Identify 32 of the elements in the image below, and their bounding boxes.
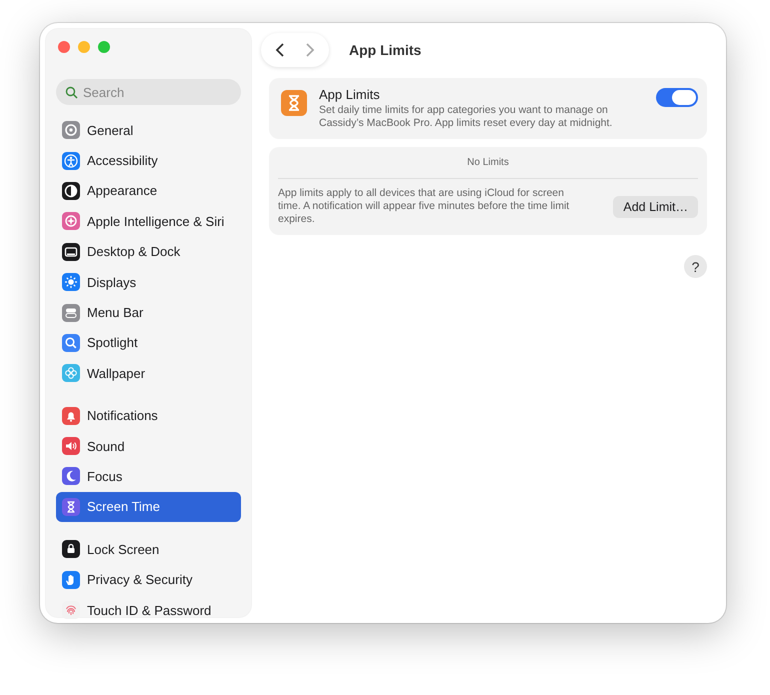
sidebar-item[interactable]: Wallpaper xyxy=(56,358,241,389)
add-limit-button[interactable]: Add Limit… xyxy=(613,196,698,218)
sidebar-item[interactable]: Spotlight xyxy=(56,328,241,358)
sidebar-item[interactable]: Privacy & Security xyxy=(56,564,241,595)
app-limits-description: Set daily time limits for app categories you want to manage on Cassidy’s MacBook Pro. App limits reset every day at midnight. xyxy=(319,104,614,130)
search-icon xyxy=(65,86,78,99)
app-limits-title: App Limits xyxy=(319,87,381,102)
sidebar-item[interactable]: Sound xyxy=(56,430,241,462)
search-field[interactable]: Search xyxy=(56,79,241,105)
minimize-icon[interactable] xyxy=(78,41,90,53)
sidebar-item[interactable]: Apple Intelligence & Siri xyxy=(56,206,241,237)
limits-note: App limits apply to all devices that are using iCloud for screen time. A notification will appear five minutes before the time limit expires. xyxy=(278,187,570,226)
empty-list-text: No Limits xyxy=(278,157,698,179)
sidebar-item[interactable]: Notifications xyxy=(56,400,241,431)
chevron-right-icon xyxy=(305,42,315,58)
zoom-icon[interactable] xyxy=(98,41,110,53)
sidebar-item[interactable]: Focus xyxy=(56,461,241,492)
help-button[interactable]: ? xyxy=(684,255,707,278)
sidebar-item[interactable]: Screen Time xyxy=(56,492,241,522)
chevron-left-icon xyxy=(275,42,285,58)
close-icon[interactable] xyxy=(58,41,70,53)
window-title: App Limits xyxy=(349,42,422,58)
sidebar-item[interactable]: Touch ID & Password xyxy=(56,594,241,623)
sidebar-item[interactable]: Desktop & Dock xyxy=(56,236,241,267)
sidebar-item[interactable]: Accessibility xyxy=(56,145,241,176)
sidebar-item[interactable]: General xyxy=(56,115,241,146)
sidebar-item[interactable]: Menu Bar xyxy=(56,297,241,328)
hourglass-icon xyxy=(281,90,307,116)
sidebar-item[interactable]: Displays xyxy=(56,266,241,298)
sidebar-item[interactable]: Appearance xyxy=(56,176,241,206)
app-limits-toggle[interactable] xyxy=(656,88,698,107)
sidebar-item[interactable]: Lock Screen xyxy=(56,534,241,564)
